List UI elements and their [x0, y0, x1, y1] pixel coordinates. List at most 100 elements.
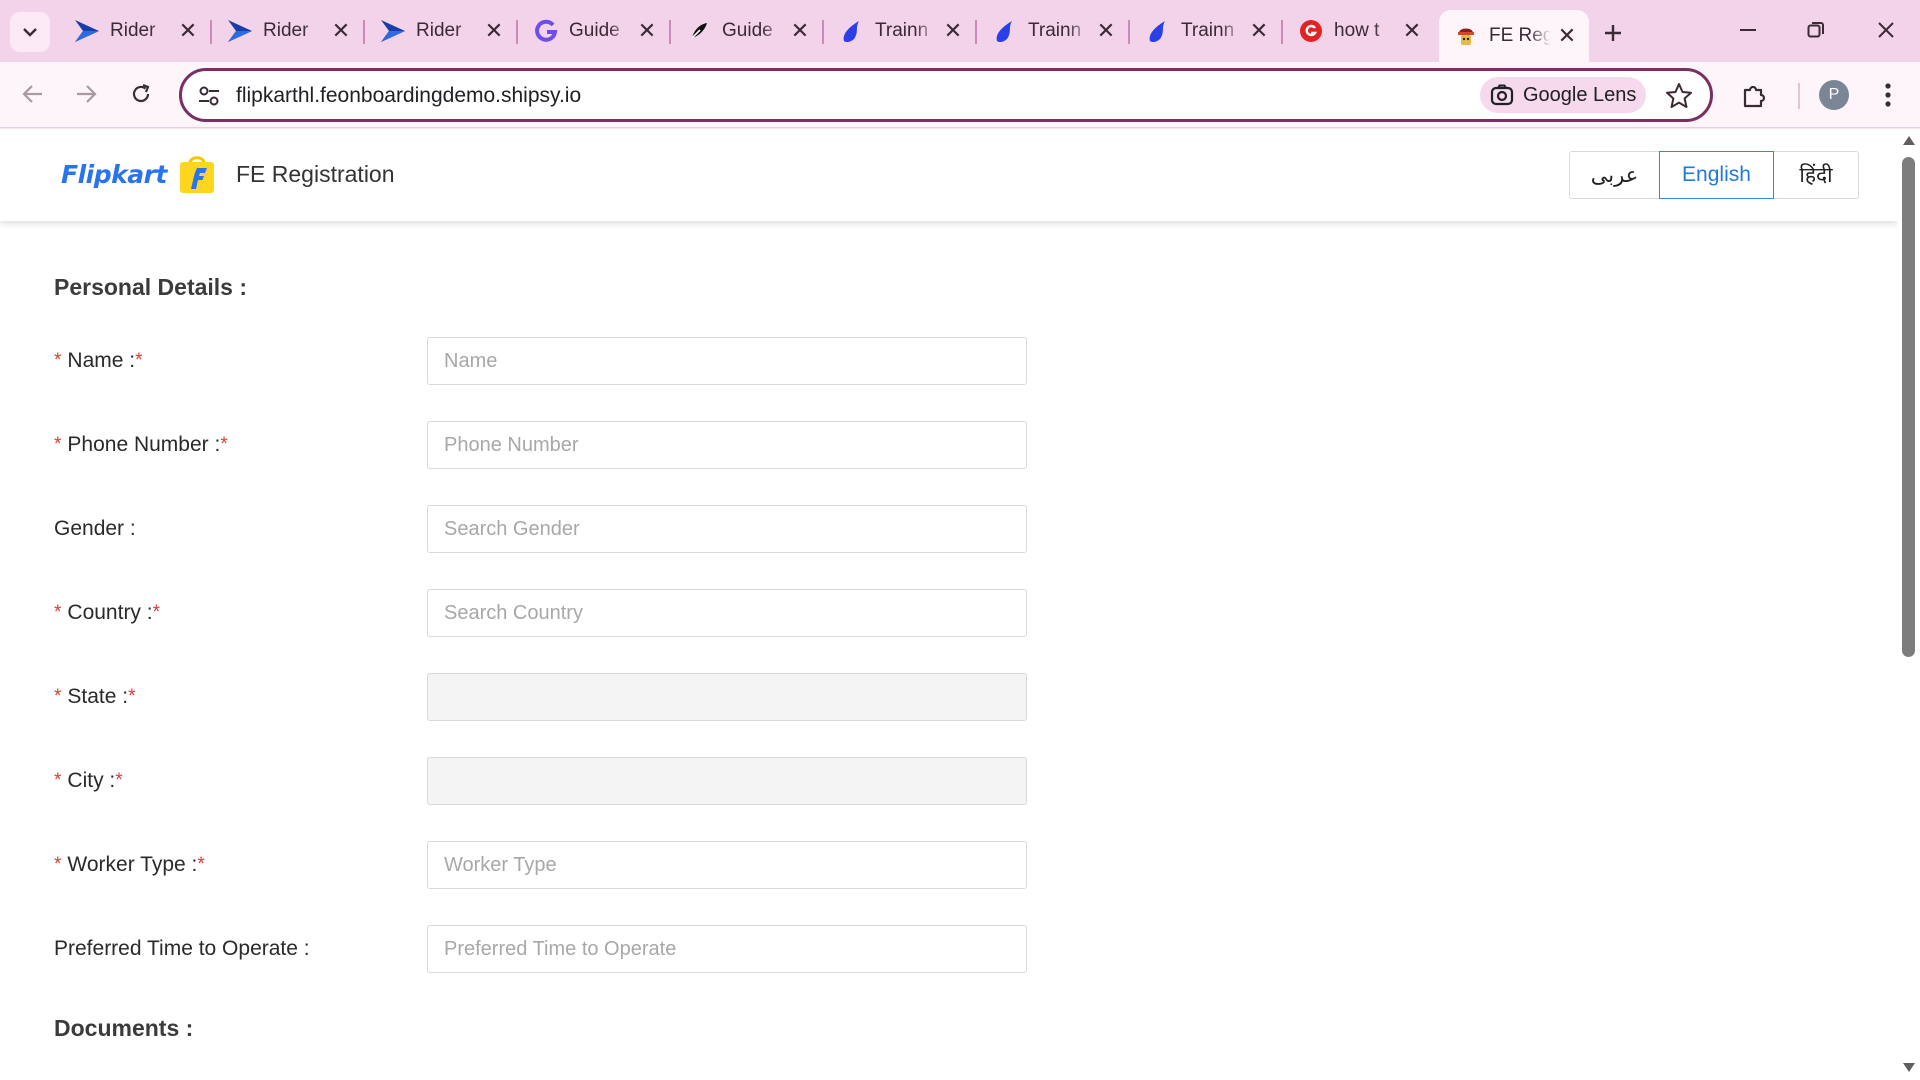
close-icon[interactable]: ✕ [788, 18, 812, 43]
tab-title: Guide [569, 20, 620, 41]
flipkart-logo[interactable]: Flipkart [61, 153, 217, 195]
tab-trainn-2[interactable]: Trainn ✕ [978, 10, 1130, 52]
restore-icon [1807, 22, 1824, 38]
address-bar[interactable]: flipkarthl.feonboardingdemo.shipsy.io Go… [179, 68, 1713, 122]
city-label-text: City : [67, 769, 116, 792]
preferred-time-label: Preferred Time to Operate : [54, 937, 310, 961]
flame-logo-icon [1145, 18, 1171, 44]
tab-guide-2[interactable]: Guide ✕ [672, 10, 824, 52]
shopping-bag-icon [179, 156, 214, 193]
forward-button[interactable] [64, 72, 108, 116]
g-logo-icon [533, 18, 559, 44]
feather-logo-icon [686, 18, 712, 44]
preferred-time-label-text: Preferred Time to Operate : [54, 937, 310, 960]
scroll-down-arrow-icon[interactable] [1903, 1063, 1915, 1072]
city-select[interactable] [427, 757, 1027, 805]
personal-details-heading: Personal Details : [54, 274, 248, 300]
language-hindi-button[interactable]: हिंदी [1773, 151, 1859, 199]
bookmark-star-icon[interactable] [1664, 81, 1694, 111]
fe-logo-icon [74, 18, 100, 44]
phone-number-input[interactable] [427, 421, 1027, 469]
state-select[interactable] [427, 673, 1027, 721]
preferred-time-select[interactable] [427, 925, 1027, 973]
page-content: Flipkart FE Registration عربى English हि… [0, 129, 1898, 1080]
flame-logo-icon [839, 18, 865, 44]
tab-search-button[interactable] [10, 12, 50, 52]
minimize-icon [1740, 29, 1756, 31]
required-mark: * [135, 350, 143, 371]
tab-strip: Rider ✕ Rider ✕ Rider ✕ Guide ✕ Guide ✕ … [0, 0, 1920, 62]
close-window-button[interactable] [1858, 8, 1914, 52]
documents-heading: Documents : [54, 1015, 194, 1041]
puzzle-icon [1743, 85, 1766, 108]
state-label: * State : * [54, 685, 136, 709]
tab-rider-2[interactable]: Rider ✕ [213, 10, 365, 52]
language-english-button[interactable]: English [1659, 151, 1774, 199]
arrow-left-icon [22, 85, 42, 103]
worker-type-label-text: Worker Type : [67, 853, 198, 876]
page-scrollbar[interactable] [1898, 129, 1920, 1080]
worker-type-select[interactable] [427, 841, 1027, 889]
reload-button[interactable] [119, 72, 163, 116]
app-header: Flipkart FE Registration عربى English हि… [0, 129, 1898, 221]
country-label-text: Country : [67, 601, 153, 624]
close-icon[interactable]: ✕ [329, 18, 353, 43]
extensions-button[interactable] [1733, 74, 1775, 116]
close-icon[interactable]: ✕ [1400, 18, 1424, 43]
required-mark: * [115, 770, 123, 791]
scrollbar-thumb[interactable] [1902, 157, 1915, 657]
tab-rider-3[interactable]: Rider ✕ [366, 10, 518, 52]
fe-logo-icon [380, 18, 406, 44]
close-icon[interactable]: ✕ [941, 18, 965, 43]
name-label: * Name : * [54, 349, 143, 373]
gender-search-input[interactable] [427, 505, 1027, 553]
scroll-up-arrow-icon[interactable] [1903, 136, 1915, 145]
tab-title: how t [1334, 20, 1380, 41]
required-mark: * [220, 434, 228, 455]
tab-title: Rider [263, 20, 309, 41]
country-search-input[interactable] [427, 589, 1027, 637]
tab-trainn-3[interactable]: Trainn ✕ [1131, 10, 1283, 52]
phone-label: * Phone Number : * [54, 433, 228, 457]
tab-fe-registration[interactable]: FE Reg ✕ [1439, 10, 1589, 62]
site-info-icon[interactable] [196, 83, 222, 109]
hat-logo-icon [1453, 23, 1479, 49]
new-tab-button[interactable] [1594, 14, 1632, 52]
tab-guide-1[interactable]: Guide ✕ [519, 10, 671, 52]
language-arabic-button[interactable]: عربى [1569, 151, 1660, 199]
tab-trainn-1[interactable]: Trainn ✕ [825, 10, 977, 52]
google-lens-button[interactable]: Google Lens [1480, 77, 1646, 113]
required-mark: * [54, 350, 62, 371]
url-text[interactable]: flipkarthl.feonboardingdemo.shipsy.io [236, 84, 581, 108]
red-g-logo-icon [1298, 18, 1324, 44]
restore-button[interactable] [1788, 8, 1844, 52]
worker-type-label: * Worker Type : * [54, 853, 205, 877]
close-icon[interactable]: ✕ [482, 18, 506, 43]
tab-title: Trainn [875, 20, 929, 41]
plus-icon [1605, 25, 1621, 41]
close-icon[interactable]: ✕ [176, 18, 200, 43]
close-icon[interactable]: ✕ [1094, 18, 1118, 43]
back-button[interactable] [11, 72, 55, 116]
kebab-menu-icon [1885, 83, 1891, 107]
tab-rider-1[interactable]: Rider ✕ [60, 10, 212, 52]
toolbar-divider [1798, 83, 1800, 109]
phone-label-text: Phone Number : [67, 433, 221, 456]
profile-avatar[interactable]: P [1819, 80, 1849, 110]
state-label-text: State : [67, 685, 129, 708]
close-icon[interactable]: ✕ [1555, 23, 1579, 48]
name-input[interactable] [427, 337, 1027, 385]
required-mark: * [54, 686, 62, 707]
camera-lens-icon [1490, 84, 1514, 106]
close-icon[interactable]: ✕ [1247, 18, 1271, 43]
arrow-right-icon [77, 85, 97, 103]
gender-label-text: Gender : [54, 517, 136, 540]
browser-menu-button[interactable] [1873, 78, 1903, 112]
required-mark: * [54, 854, 62, 875]
gender-label: Gender : [54, 517, 136, 541]
required-mark: * [54, 602, 62, 623]
tab-how-to[interactable]: how t ✕ [1284, 10, 1434, 52]
brand-name: Flipkart [61, 159, 167, 189]
minimize-button[interactable] [1720, 8, 1776, 52]
close-icon[interactable]: ✕ [635, 18, 659, 43]
